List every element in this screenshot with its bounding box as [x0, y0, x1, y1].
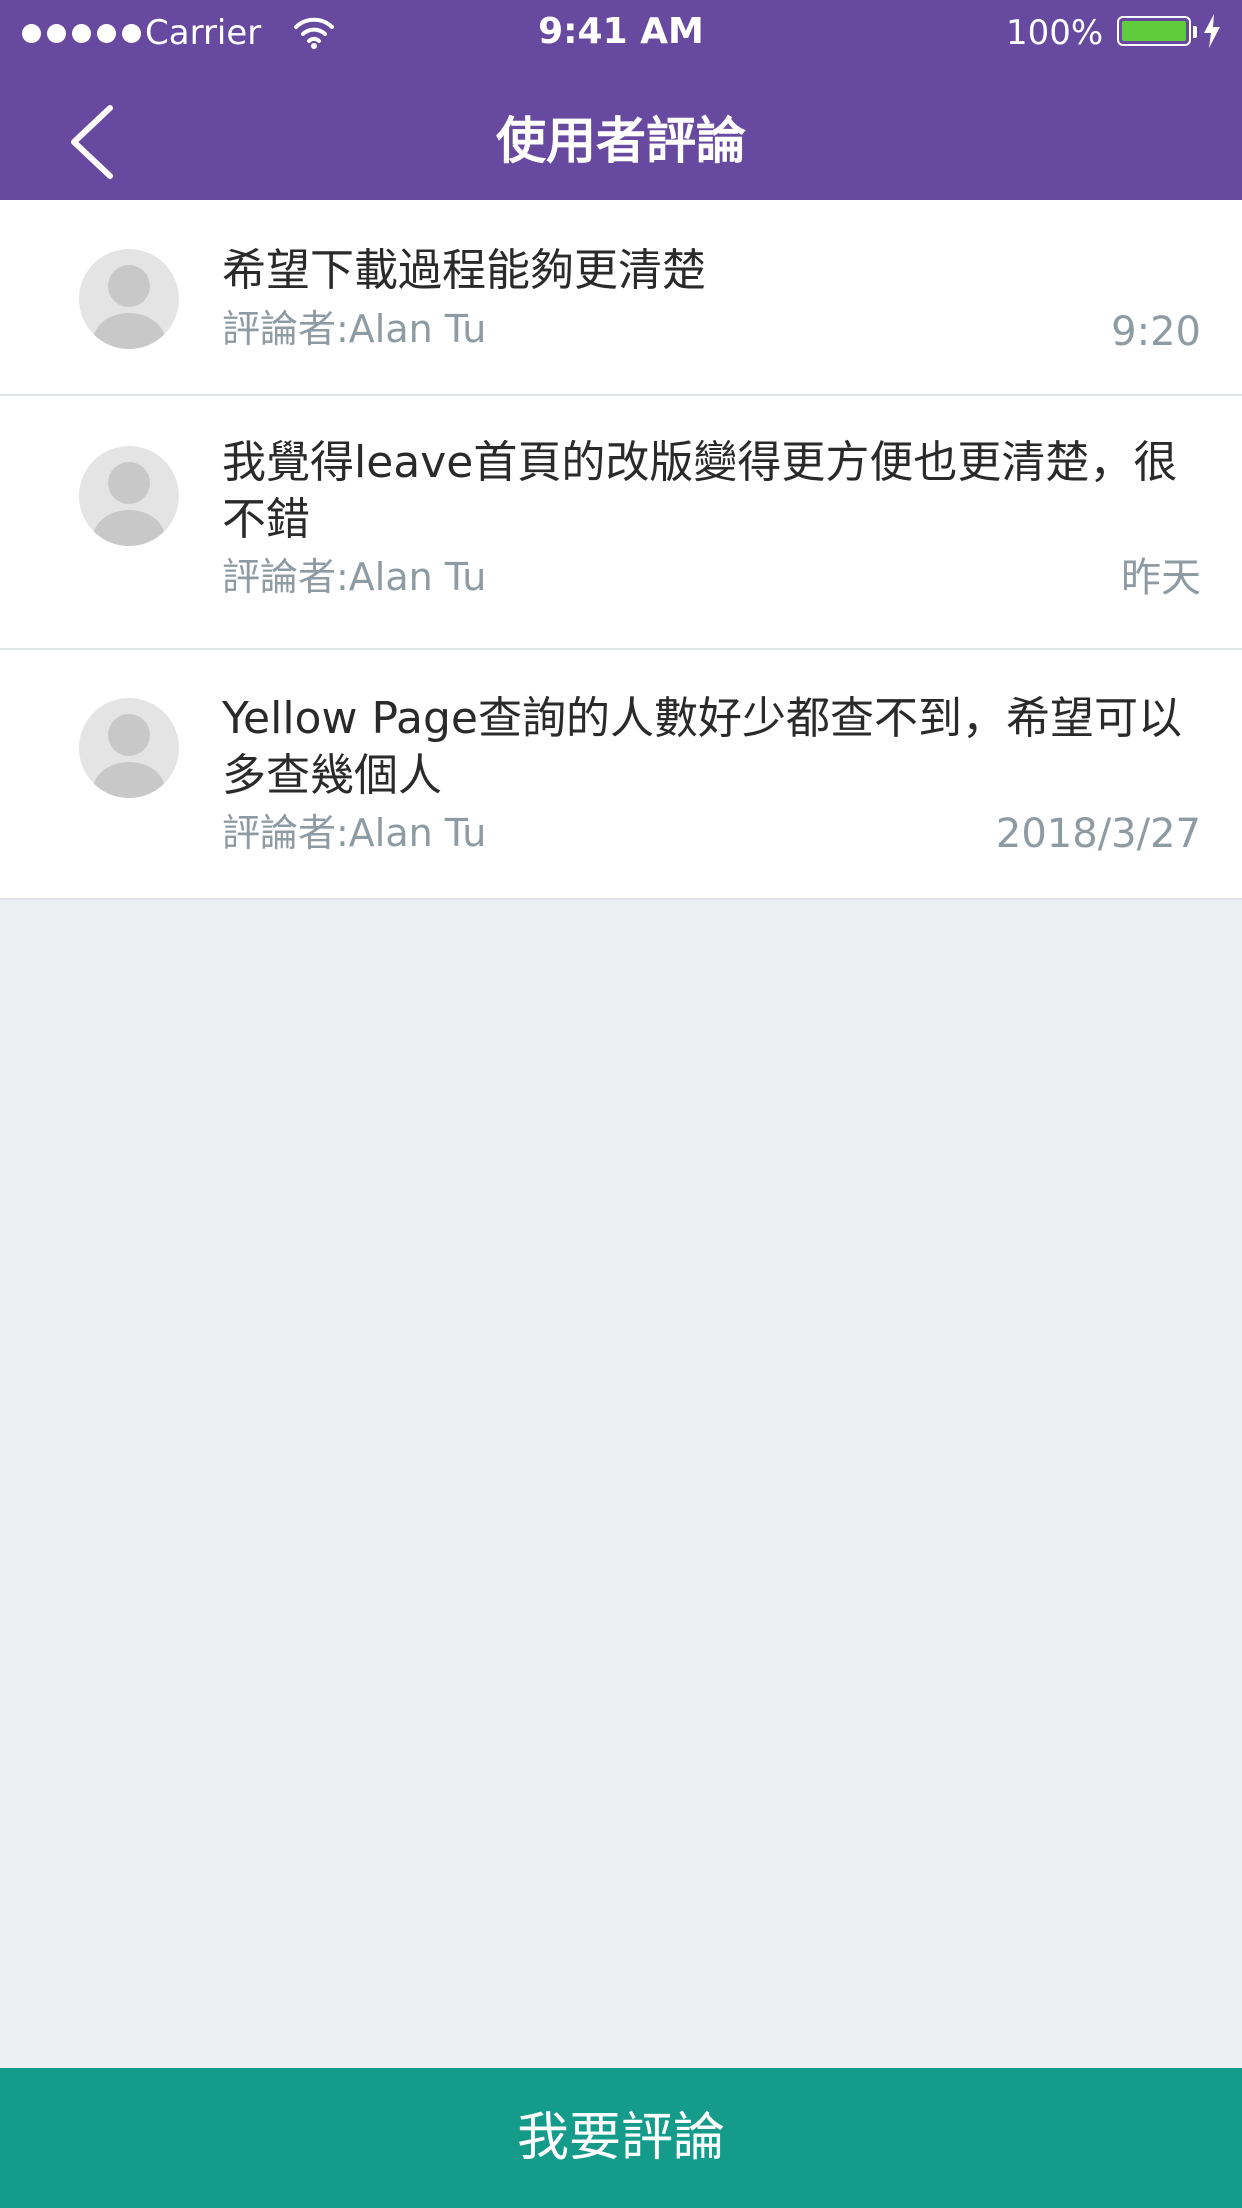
charging-bolt-icon: [1204, 14, 1220, 48]
battery-icon: [1117, 16, 1191, 46]
page-title: 使用者評論: [496, 112, 746, 170]
app-header: Carrier 9:41 AM 100% 使用者評論: [0, 0, 1242, 200]
review-author: 評論者:Alan Tu: [222, 555, 487, 599]
battery-level: [1122, 21, 1186, 41]
user-avatar-icon: [79, 249, 179, 349]
review-comment: 我覺得leave首頁的改版變得更方便也更清楚，很不錯: [222, 437, 1178, 545]
status-bar: Carrier 9:41 AM 100%: [0, 0, 1242, 66]
review-item[interactable]: 希望下載過程能夠更清楚 評論者:Alan Tu 9:20: [0, 200, 1242, 396]
review-date: 9:20: [1111, 309, 1201, 355]
battery-tip: [1193, 26, 1197, 38]
review-date: 2018/3/27: [995, 811, 1201, 857]
write-review-button[interactable]: 我要評論: [0, 2068, 1242, 2208]
review-item[interactable]: 我覺得leave首頁的改版變得更方便也更清楚，很不錯 評論者:Alan Tu 昨…: [0, 396, 1242, 650]
review-item[interactable]: Yellow Page查詢的人數好少都查不到，希望可以多查幾個人 評論者:Ala…: [0, 650, 1242, 898]
review-comment: Yellow Page查詢的人數好少都查不到，希望可以多查幾個人: [222, 693, 1182, 801]
review-author: 評論者:Alan Tu: [222, 307, 487, 351]
review-author: 評論者:Alan Tu: [222, 811, 487, 855]
battery-percentage: 100%: [1006, 13, 1104, 53]
review-comment: 希望下載過程能夠更清楚: [222, 245, 706, 296]
user-avatar-icon: [79, 698, 179, 798]
review-date: 昨天: [1121, 555, 1201, 601]
review-list: 希望下載過程能夠更清楚 評論者:Alan Tu 9:20 我覺得leave首頁的…: [0, 200, 1242, 900]
user-avatar-icon: [79, 446, 179, 546]
